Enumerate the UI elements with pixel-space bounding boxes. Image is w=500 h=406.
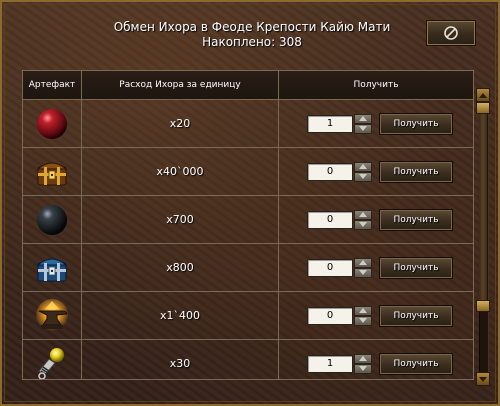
scroll-thumb[interactable] [476,102,490,312]
scroll-down-button[interactable] [476,372,490,386]
stepper-up-button[interactable] [354,209,372,220]
scroll-thumb-cap-top [476,102,490,114]
table-row: x20 1 Получить [23,100,473,148]
stepper-down-button[interactable] [354,315,372,326]
arrow-down-icon [359,270,367,275]
cost-cell: x20 [82,100,279,147]
table-row: x30 1 Получить [23,340,473,381]
scrollbar[interactable] [476,88,490,386]
quantity-stepper[interactable] [354,305,372,326]
quantity-stepper[interactable] [354,257,372,278]
get-button[interactable]: Получить [379,256,453,279]
arrow-down-icon [359,366,367,371]
column-header-cost: Расход Ихора за единицу [82,71,279,99]
blue-chest-icon[interactable] [33,249,71,287]
artifact-cell [23,100,82,147]
scroll-thumb-body [479,114,487,300]
stepper-down-button[interactable] [354,219,372,230]
black-orb-icon[interactable] [33,201,71,239]
stepper-up-button[interactable] [354,353,372,364]
exchange-window: Обмен Ихора в Феоде Крепости Кайю Мати Н… [0,0,500,406]
close-button[interactable] [426,20,476,46]
quantity-input[interactable]: 0 [307,258,353,277]
stepper-down-button[interactable] [354,267,372,278]
stepper-down-button[interactable] [354,171,372,182]
cost-cell: x700 [82,196,279,243]
quantity-stepper[interactable] [354,161,372,182]
stepper-up-button[interactable] [354,161,372,172]
quantity-input[interactable]: 0 [307,210,353,229]
artifact-cell [23,244,82,291]
table-header: Артефакт Расход Ихора за единицу Получит… [23,71,473,100]
table-row: x1`400 0 Получить [23,292,473,340]
artifact-cell [23,292,82,339]
scroll-up-button[interactable] [476,88,490,102]
arrow-down-icon [359,174,367,179]
cost-cell: x40`000 [82,148,279,195]
cost-cell: x800 [82,244,279,291]
artifact-cell [23,148,82,195]
get-cell: 1 Получить [279,340,473,379]
magic-lamp-icon[interactable] [33,345,71,381]
arrow-down-icon [359,222,367,227]
get-button[interactable]: Получить [379,208,453,231]
quantity-input[interactable]: 1 [307,114,353,133]
arrow-down-icon [359,126,367,131]
quantity-stepper[interactable] [354,113,372,134]
column-header-get: Получить [353,80,399,90]
get-cell: 0 Получить [279,292,473,339]
cost-cell: x1`400 [82,292,279,339]
get-cell: 0 Получить [279,148,473,195]
quantity-input[interactable]: 0 [307,162,353,181]
get-button[interactable]: Получить [379,160,453,183]
get-cell: 1 Получить [279,100,473,147]
artifact-cell [23,340,82,381]
arrow-up-icon [359,308,367,313]
quantity-input[interactable]: 1 [307,354,353,373]
scroll-up-arrow-icon [479,92,487,98]
table-row: x800 0 Получить [23,244,473,292]
quantity-input[interactable]: 0 [307,306,353,325]
column-header-artifact: Артефакт [23,71,82,99]
scroll-thumb-cap-bottom [476,300,490,312]
get-cell: 0 Получить [279,196,473,243]
scroll-down-arrow-icon [479,376,487,382]
get-button[interactable]: Получить [379,352,453,375]
arrow-up-icon [359,260,367,265]
get-button[interactable]: Получить [379,112,453,135]
stepper-up-button[interactable] [354,257,372,268]
artifact-table: Артефакт Расход Ихора за единицу Получит… [22,70,474,380]
quantity-stepper[interactable] [354,209,372,230]
arrow-up-icon [359,116,367,121]
stepper-down-button[interactable] [354,123,372,134]
table-row: x700 0 Получить [23,196,473,244]
artifact-cell [23,196,82,243]
table-row: x40`000 0 Получить [23,148,473,196]
cost-cell: x30 [82,340,279,379]
get-button[interactable]: Получить [379,304,453,327]
anvil-icon[interactable] [33,297,71,335]
arrow-up-icon [359,164,367,169]
red-orb-icon[interactable] [33,105,71,143]
stepper-down-button[interactable] [354,363,372,374]
arrow-up-icon [359,356,367,361]
stepper-up-button[interactable] [354,113,372,124]
stepper-up-button[interactable] [354,305,372,316]
quantity-stepper[interactable] [354,353,372,374]
golden-chest-icon[interactable] [33,153,71,191]
prohibited-icon [444,26,458,40]
get-cell: 0 Получить [279,244,473,291]
arrow-up-icon [359,212,367,217]
arrow-down-icon [359,318,367,323]
